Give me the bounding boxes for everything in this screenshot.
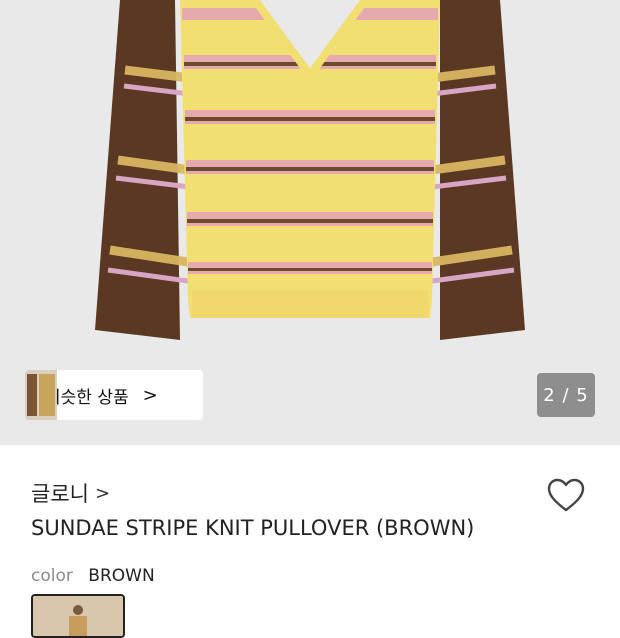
image-counter-badge: 2 / 5 bbox=[537, 373, 595, 417]
chevron-right-icon: > bbox=[142, 384, 158, 406]
similar-products-label: 비슷한 상품 bbox=[45, 387, 129, 408]
product-image-gallery[interactable]: 비슷한 상품 > 2 / 5 bbox=[0, 0, 620, 445]
color-option-row: color BROWN bbox=[31, 566, 155, 586]
heart-outline-icon bbox=[547, 478, 585, 512]
brand-name: 글로니 bbox=[31, 482, 89, 506]
product-title: SUNDAE STRIPE KNIT PULLOVER (BROWN) bbox=[31, 516, 475, 540]
color-value: BROWN bbox=[88, 566, 155, 586]
chevron-right-icon: > bbox=[94, 482, 111, 504]
color-label: color bbox=[31, 566, 73, 586]
brand-link[interactable]: 글로니 > bbox=[31, 478, 110, 508]
color-swatch-thumbnail bbox=[33, 596, 123, 636]
wishlist-button[interactable] bbox=[546, 476, 586, 516]
similar-products-button[interactable]: 비슷한 상품 > bbox=[25, 370, 203, 420]
color-swatch-brown[interactable] bbox=[31, 594, 125, 638]
similar-product-thumbnail bbox=[25, 370, 57, 420]
